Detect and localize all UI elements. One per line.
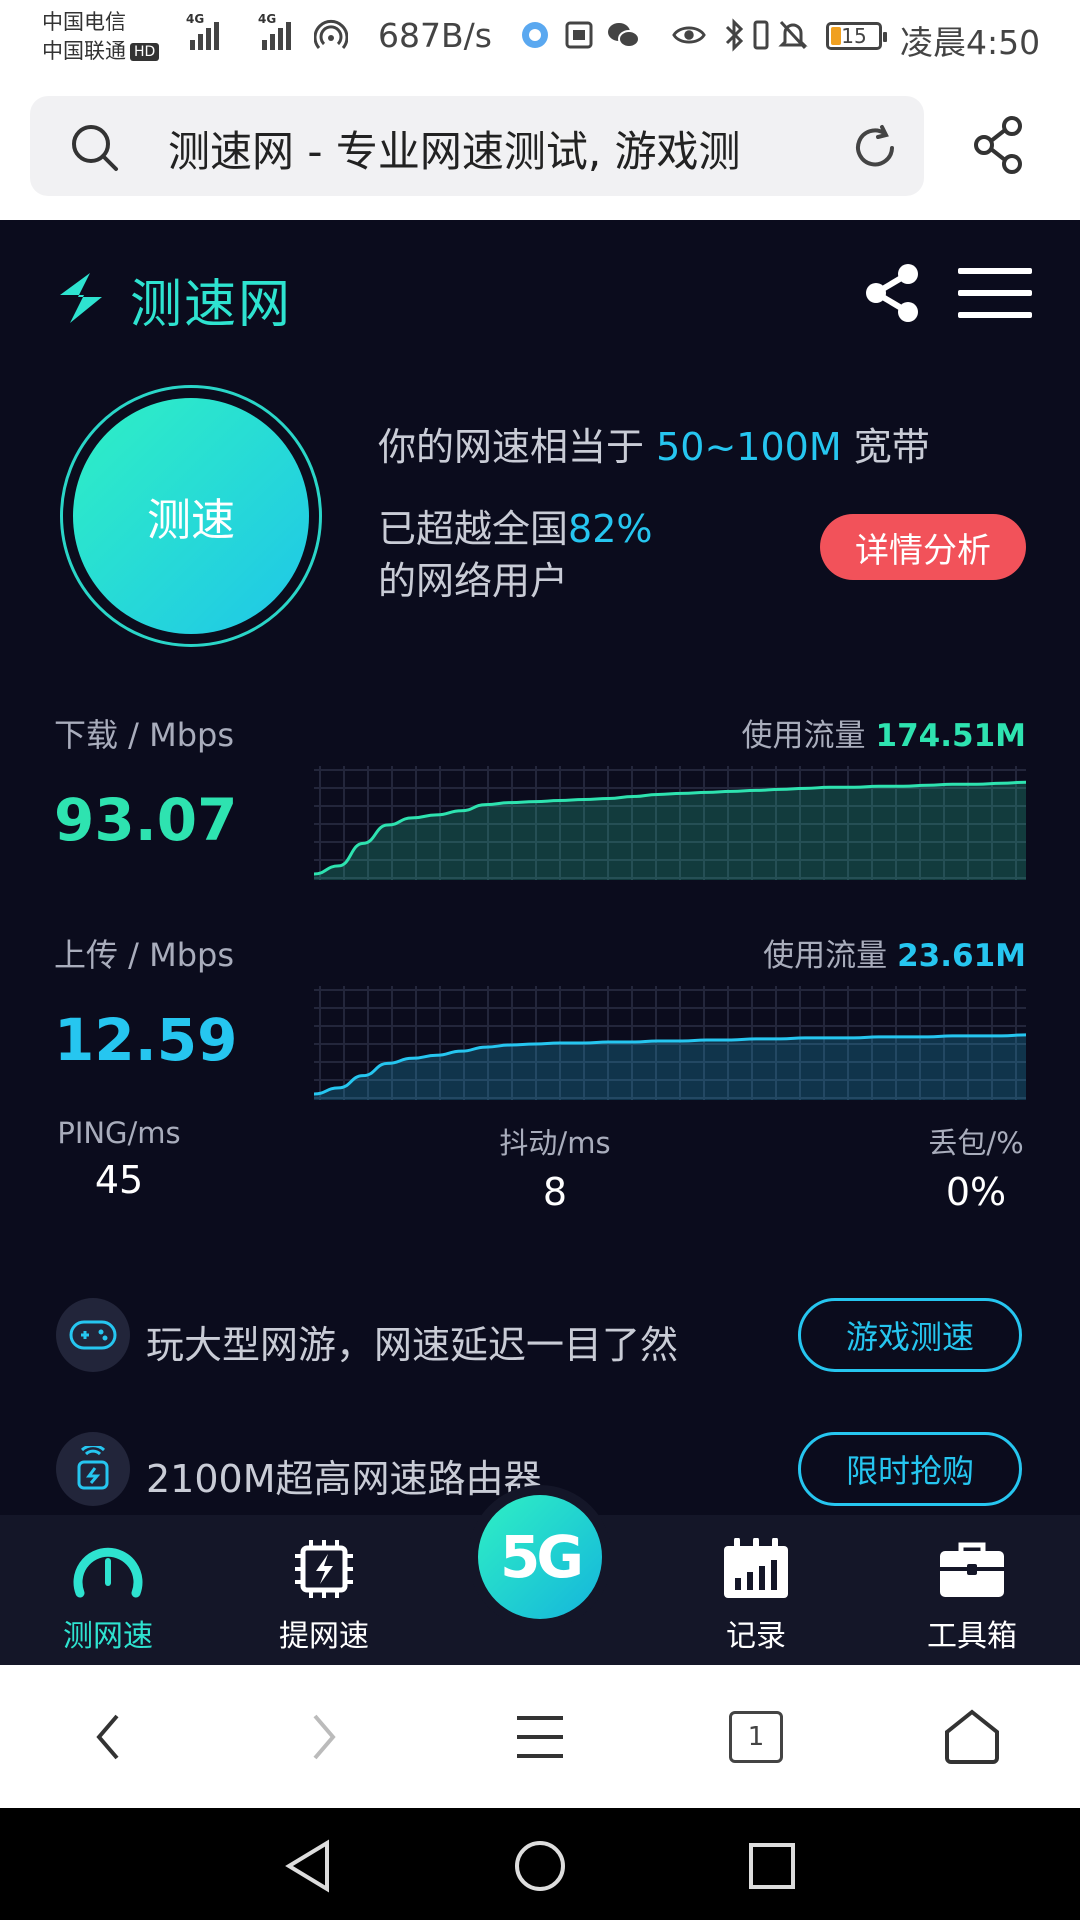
download-chart	[314, 766, 1026, 880]
menu-icon[interactable]	[504, 1701, 576, 1773]
nav-records[interactable]: 记录	[648, 1515, 864, 1665]
jitter-label: 抖动/ms	[499, 1126, 611, 1160]
eye-icon	[672, 18, 706, 52]
ping-value: 45	[94, 1158, 144, 1202]
toolbox-icon	[937, 1533, 1007, 1605]
nav-records-label: 记录	[726, 1619, 786, 1654]
promo-router-text: 2100M超高网速路由器	[146, 1457, 542, 1501]
rate-suffix: 宽带	[853, 425, 930, 469]
mute-bell-icon	[776, 18, 810, 52]
flash-sale-button[interactable]: 限时抢购	[798, 1432, 1022, 1506]
download-value: 93.07	[54, 786, 238, 854]
system-back-icon[interactable]	[278, 1836, 338, 1896]
tabs-button[interactable]: 1	[720, 1701, 792, 1773]
router-icon	[56, 1432, 130, 1506]
beat-prefix: 已超越全国	[378, 507, 569, 551]
browser-nav-bar: 1	[0, 1665, 1080, 1808]
gamepad-icon	[56, 1298, 130, 1372]
speed-equivalent: 你的网速相当于 50~100M 宽带	[378, 416, 930, 471]
url-box[interactable]: 测速网 - 专业网速测试, 游戏测	[30, 96, 924, 196]
tab-count: 1	[729, 1711, 783, 1763]
beat-ratio: 已超越全国82% 的网络用户	[378, 503, 652, 607]
carrier-2: 中国联通	[42, 39, 126, 63]
carrier-info: 中国电信 中国联通 HD	[42, 8, 160, 66]
nav-boost[interactable]: 提网速	[216, 1515, 432, 1665]
calendar-chart-icon	[721, 1533, 791, 1605]
net-speed: 687B/s	[378, 16, 492, 55]
forward-icon[interactable]	[288, 1701, 360, 1773]
upload-label: 上传 / Mbps	[54, 936, 235, 974]
chip-bolt-icon	[291, 1533, 357, 1605]
share-icon[interactable]	[972, 114, 1028, 180]
upload-usage: 使用流量 23.61M	[763, 930, 1026, 975]
battery-level: 15	[841, 24, 867, 48]
rate-value: 50~100M	[656, 425, 842, 469]
shop-app-icon	[562, 18, 596, 52]
menu-icon[interactable]	[958, 268, 1032, 318]
hotspot-icon	[314, 18, 348, 52]
beat-percent: 82%	[568, 507, 653, 551]
system-nav-bar	[0, 1808, 1080, 1920]
nav-speedtest[interactable]: 测网速	[0, 1515, 216, 1665]
site-logo[interactable]: 测速网	[50, 262, 292, 337]
status-bar: 中国电信 中国联通 HD 4G 4G 687B/s 15 凌晨4:50	[0, 0, 1080, 78]
upload-chart	[314, 986, 1026, 1100]
network-type-2: 4G	[258, 12, 277, 26]
nav-5g-button[interactable]: 5G	[478, 1495, 602, 1619]
bottom-nav: 测网速 提网速 5G 记录 工具箱	[0, 1495, 1080, 1665]
carrier-1: 中国电信	[42, 10, 126, 34]
browser-app-icon	[518, 18, 552, 52]
nav-toolbox[interactable]: 工具箱	[864, 1515, 1080, 1665]
reload-icon[interactable]	[850, 123, 900, 177]
wechat-icon	[606, 18, 640, 52]
speedtest-page: 测速网 测速 你的网速相当于 50~100M 宽带 已超越全国82% 的网络用户…	[0, 220, 1080, 1515]
chart-area	[314, 782, 1026, 880]
download-label: 下载 / Mbps	[54, 716, 235, 754]
download-usage-value: 174.51M	[875, 718, 1026, 754]
beat-suffix: 的网络用户	[378, 559, 569, 603]
logo-icon	[50, 267, 112, 333]
home-icon[interactable]	[936, 1701, 1008, 1773]
logo-text: 测速网	[130, 275, 293, 335]
speedometer-icon	[72, 1533, 144, 1605]
jitter-value: 8	[542, 1170, 568, 1214]
upload-usage-label: 使用流量	[763, 938, 888, 974]
network-type-1: 4G	[186, 12, 205, 26]
game-speedtest-button[interactable]: 游戏测速	[798, 1298, 1022, 1372]
ping-label: PING/ms	[57, 1116, 181, 1150]
upload-value: 12.59	[54, 1006, 238, 1074]
rate-prefix: 你的网速相当于	[378, 425, 645, 469]
back-icon[interactable]	[72, 1701, 144, 1773]
clock: 凌晨4:50	[900, 23, 1041, 62]
share-icon[interactable]	[862, 262, 924, 328]
jitter-stat: 抖动/ms 8	[470, 1120, 640, 1214]
system-recents-icon[interactable]	[742, 1836, 802, 1896]
url-text[interactable]: 测速网 - 专业网速测试, 游戏测	[168, 118, 838, 179]
loss-stat: 丢包/% 0%	[906, 1120, 1046, 1214]
loss-value: 0%	[945, 1170, 1007, 1214]
nav-boost-label: 提网速	[279, 1619, 369, 1654]
battery-icon: 15	[826, 22, 887, 50]
download-usage: 使用流量 174.51M	[742, 710, 1026, 755]
hd-badge: HD	[130, 43, 160, 61]
nav-speedtest-label: 测网速	[63, 1619, 153, 1654]
signal-icon-1: 4G	[186, 12, 219, 50]
upload-usage-value: 23.61M	[897, 938, 1026, 974]
detail-analysis-button[interactable]: 详情分析	[820, 514, 1026, 580]
promo-game-text: 玩大型网游，网速延迟一目了然	[146, 1323, 679, 1367]
download-usage-label: 使用流量	[741, 718, 866, 754]
search-icon	[70, 123, 120, 177]
ping-stat: PING/ms 45	[54, 1116, 184, 1202]
speedtest-ring: 测速	[60, 385, 322, 647]
vibrate-icon	[744, 18, 778, 52]
start-test-button[interactable]: 测速	[73, 398, 309, 634]
signal-icon-2: 4G	[258, 12, 291, 50]
browser-address-bar: 测速网 - 专业网速测试, 游戏测	[0, 78, 1080, 220]
nav-toolbox-label: 工具箱	[927, 1619, 1017, 1654]
loss-label: 丢包/%	[928, 1126, 1024, 1160]
system-home-icon[interactable]	[510, 1836, 570, 1896]
